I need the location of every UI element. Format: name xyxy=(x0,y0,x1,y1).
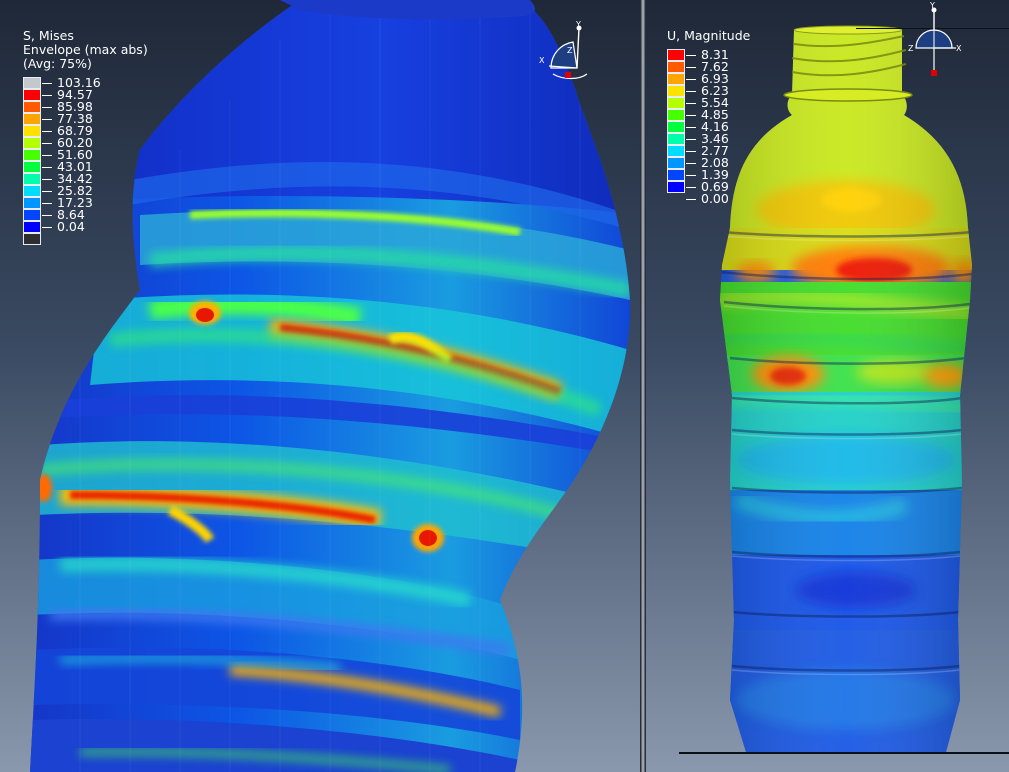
legend-tick xyxy=(686,103,696,104)
legend-color-scale: 8.31 7.62 6.93 6.23 5.54 4.85 4.16 3.46 2.77 2.08… xyxy=(667,48,750,205)
abaqus-viewer-screen: S, Mises Envelope (max abs) (Avg: 75%) 1… xyxy=(0,0,1009,772)
legend-tick xyxy=(686,91,696,92)
triad-z-label: Z xyxy=(567,46,573,55)
triad-x-label: X xyxy=(956,44,962,53)
legend-swatch xyxy=(23,221,41,233)
legend-swatch xyxy=(23,137,41,149)
legend-swatch xyxy=(23,89,41,101)
stress-contour-legend: S, Mises Envelope (max abs) (Avg: 75%) 1… xyxy=(23,29,148,249)
triad-y-label: Y xyxy=(576,20,581,29)
legend-tick xyxy=(686,187,696,188)
legend-value-label: 0.00 xyxy=(701,191,729,206)
legend-tick xyxy=(686,55,696,56)
triad-x-label: X xyxy=(539,56,545,65)
legend-tick xyxy=(686,79,696,80)
legend-swatch xyxy=(667,97,685,109)
legend-swatch xyxy=(667,85,685,97)
legend-swatch xyxy=(667,61,685,73)
legend-tick xyxy=(42,179,52,180)
legend-swatch xyxy=(667,157,685,169)
legend-tick xyxy=(42,83,52,84)
orientation-triad[interactable]: Y X Z xyxy=(539,20,595,84)
legend-swatch xyxy=(667,121,685,133)
legend-color-scale: 103.16 94.57 85.98 77.38 68.79 60.20 51.60 43.0… xyxy=(23,76,148,249)
right-viewport-displacement-contour[interactable]: U, Magnitude 8.31 7.62 6.93 6.23 5.54 4.85 4.1… xyxy=(646,0,1009,772)
legend-tick xyxy=(686,175,696,176)
legend-swatch xyxy=(23,233,41,245)
legend-swatch xyxy=(667,181,685,193)
legend-swatch xyxy=(23,161,41,173)
triad-axes-icon xyxy=(915,7,956,76)
legend-swatch xyxy=(23,185,41,197)
legend-tick xyxy=(42,143,52,144)
legend-swatch xyxy=(667,109,685,121)
legend-swatch xyxy=(667,49,685,61)
legend-tick xyxy=(686,163,696,164)
legend-tick xyxy=(686,151,696,152)
legend-swatch xyxy=(23,149,41,161)
triad-y-label: Y xyxy=(930,1,935,10)
legend-swatch xyxy=(23,101,41,113)
ground-plane-line xyxy=(679,752,1009,754)
displacement-contour-legend: U, Magnitude 8.31 7.62 6.93 6.23 5.54 4.85 4.1… xyxy=(667,28,751,205)
legend-swatch xyxy=(667,73,685,85)
legend-swatch xyxy=(23,197,41,209)
legend-swatch xyxy=(23,125,41,137)
legend-swatch xyxy=(23,209,41,221)
left-viewport-stress-contour[interactable]: S, Mises Envelope (max abs) (Avg: 75%) 1… xyxy=(0,0,640,772)
legend-tick xyxy=(686,199,696,200)
neck-support-ring xyxy=(783,88,913,102)
legend-value-label: 0.04 xyxy=(57,219,85,234)
triad-z-label: Z xyxy=(908,44,914,53)
legend-swatch xyxy=(23,113,41,125)
legend-swatch xyxy=(23,77,41,89)
orientation-triad[interactable]: Y Z X xyxy=(908,1,968,76)
legend-tick xyxy=(42,107,52,108)
legend-tick xyxy=(686,139,696,140)
legend-tick xyxy=(686,67,696,68)
legend-tick xyxy=(42,203,52,204)
legend-variable-name: U, Magnitude xyxy=(667,28,751,43)
legend-tick xyxy=(42,215,52,216)
legend-tick xyxy=(42,191,52,192)
legend-variable-name: S, Mises xyxy=(23,28,74,43)
legend-tick xyxy=(42,155,52,156)
legend-qualifier: Envelope (max abs) xyxy=(23,42,148,57)
legend-tick xyxy=(686,127,696,128)
legend-tick xyxy=(42,95,52,96)
legend-tick xyxy=(42,119,52,120)
legend-swatch xyxy=(667,145,685,157)
legend-swatch xyxy=(667,133,685,145)
legend-tick xyxy=(42,227,52,228)
legend-tick xyxy=(42,131,52,132)
legend-tick xyxy=(42,167,52,168)
legend-averaging: (Avg: 75%) xyxy=(23,56,92,71)
legend-swatch xyxy=(667,169,685,181)
legend-swatch xyxy=(23,173,41,185)
legend-tick xyxy=(686,115,696,116)
